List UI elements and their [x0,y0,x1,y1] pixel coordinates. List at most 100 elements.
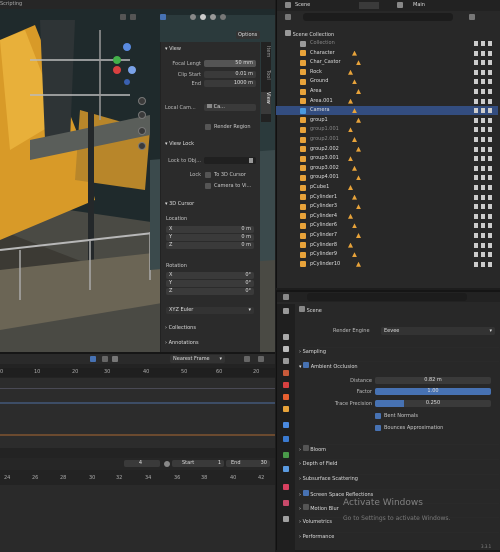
outliner-row[interactable]: Collection [276,39,498,48]
visibility-eye-icon[interactable] [474,108,492,114]
pan-hand-icon[interactable] [138,111,146,119]
lock-to-object-field[interactable] [204,157,256,164]
render-tab-icon[interactable] [283,334,289,340]
visibility-eye-icon[interactable] [474,242,492,248]
perspective-grid-icon[interactable] [138,142,146,150]
tab-tool[interactable]: Tool [261,70,271,88]
options-dropdown[interactable]: Options [236,31,260,39]
visibility-eye-icon[interactable] [474,98,492,104]
bent-normals-checkbox[interactable] [375,413,381,419]
visibility-eye-icon[interactable] [474,89,492,94]
outliner-row[interactable]: Rock [276,68,498,77]
ao-trace-precision-slider[interactable]: 0.250 [375,400,491,407]
clip-end-field[interactable]: 1000 m [204,80,256,87]
outliner-row[interactable]: pCylinder7 [276,231,498,240]
visibility-eye-icon[interactable] [474,117,492,123]
timeline-keyframe-area[interactable] [0,485,275,552]
rotation-y-field[interactable]: Y 0° [166,280,254,287]
xray-icon[interactable] [130,14,136,20]
funnel-icon[interactable] [258,356,264,362]
location-x-field[interactable]: X0 m [166,226,254,233]
world-tab-icon[interactable] [283,382,289,388]
local-camera-field[interactable]: Ca... [204,104,256,111]
performance-panel-header[interactable]: › Performance [299,532,499,541]
tab-view[interactable]: View [261,92,271,114]
rendered-shading-icon[interactable] [220,14,226,20]
visibility-eye-icon[interactable] [474,41,492,46]
rotation-z-field[interactable]: Z 0° [166,288,254,295]
visibility-eye-icon[interactable] [474,233,492,238]
eyedropper-icon[interactable] [249,158,253,163]
outliner-row[interactable]: pCylinder1 [276,193,498,202]
outliner-row[interactable]: group1 [276,116,498,125]
select-icon[interactable] [112,356,118,362]
outliner-row[interactable]: group3.002 [276,164,498,173]
collection-tab-icon[interactable] [283,394,289,400]
outliner-row[interactable]: pCylinder9 [276,250,498,259]
tool-tab-icon[interactable] [283,308,289,314]
outliner-row[interactable]: group1.001 [276,125,498,134]
current-frame-field[interactable]: 4 [124,460,160,467]
view-lock-header[interactable]: ▾ View Lock [165,141,194,147]
visibility-eye-icon[interactable] [474,69,492,75]
outliner-row[interactable]: group4.001 [276,173,498,182]
outliner-row[interactable]: Character [276,49,498,58]
physics-tab-icon[interactable] [283,436,289,442]
visibility-eye-icon[interactable] [474,194,492,200]
visibility-eye-icon[interactable] [474,60,492,66]
dopesheet-channel-area[interactable] [0,378,275,448]
annotations-header[interactable]: › Annotations [165,340,199,346]
ao-distance-field[interactable]: 0.82 m [375,377,491,384]
tab-item[interactable]: Item [261,46,271,66]
scene-name[interactable]: Scene [295,2,310,8]
outliner-row[interactable]: group2.001 [276,135,498,144]
constraint-tab-icon[interactable] [283,452,289,458]
lock-to-cursor-checkbox[interactable] [205,172,211,178]
depth-of-field-panel-header[interactable]: › Depth of Field [299,459,499,468]
outliner-row[interactable]: group3.001 [276,154,498,163]
outliner-row[interactable]: Area [276,87,498,96]
start-frame-field[interactable]: Start 1 [172,460,224,467]
solid-shading-icon[interactable] [200,14,206,20]
zoom-icon[interactable] [138,97,146,105]
object-tab-icon[interactable] [283,406,289,412]
nearest-frame-dropdown[interactable]: Nearest Frame ▾ [170,355,225,363]
outliner-row[interactable]: pCylinder8 [276,241,498,250]
clip-start-field[interactable]: 0.01 m [204,71,256,78]
visibility-eye-icon[interactable] [474,137,492,142]
visibility-eye-icon[interactable] [474,252,492,258]
visibility-eye-icon[interactable] [474,175,492,181]
end-frame-field[interactable]: End 30 [226,460,270,467]
ambient-occlusion-checkbox[interactable] [303,362,310,368]
camera-to-view-checkbox[interactable] [205,183,211,189]
scene-browse[interactable] [359,2,379,9]
visibility-eye-icon[interactable] [474,127,492,133]
visibility-eye-icon[interactable] [474,204,492,210]
rotation-mode-select[interactable]: XYZ Euler ▾ [166,307,254,314]
outliner-row[interactable]: Ground [276,77,498,86]
properties-editor-icon[interactable] [283,294,289,300]
outliner-row[interactable]: pCylinder6 [276,221,498,230]
outliner-row[interactable]: Camera [276,106,498,115]
material-tab-icon[interactable] [283,500,289,506]
outliner-row[interactable]: pCylinder3 [276,202,498,211]
outliner-row[interactable]: Area.001 [276,97,498,106]
bloom-checkbox[interactable] [302,445,309,451]
snap-icon[interactable] [102,356,108,362]
shading-tab-icon[interactable] [283,516,289,522]
gizmo-icon[interactable] [160,14,166,20]
visibility-eye-icon[interactable] [474,165,492,171]
outliner-search-input[interactable] [303,13,453,21]
visibility-eye-icon[interactable] [474,79,492,85]
view-layer-name[interactable]: Main [413,2,425,8]
properties-search-input[interactable] [307,293,467,301]
subsurface-panel-header[interactable]: › Subsurface Scattering [299,474,499,483]
workspace-tab-scripting[interactable]: Scripting [0,1,22,7]
ssr-panel-header[interactable]: › Screen Space Reflections [299,489,499,498]
visibility-eye-icon[interactable] [474,146,492,152]
scene-tab-icon[interactable] [283,370,289,376]
overlay-icon[interactable] [120,14,126,20]
rotation-x-field[interactable]: X 0° [166,272,254,279]
location-z-field[interactable]: Z0 m [166,242,254,249]
wireframe-shading-icon[interactable] [190,14,196,20]
